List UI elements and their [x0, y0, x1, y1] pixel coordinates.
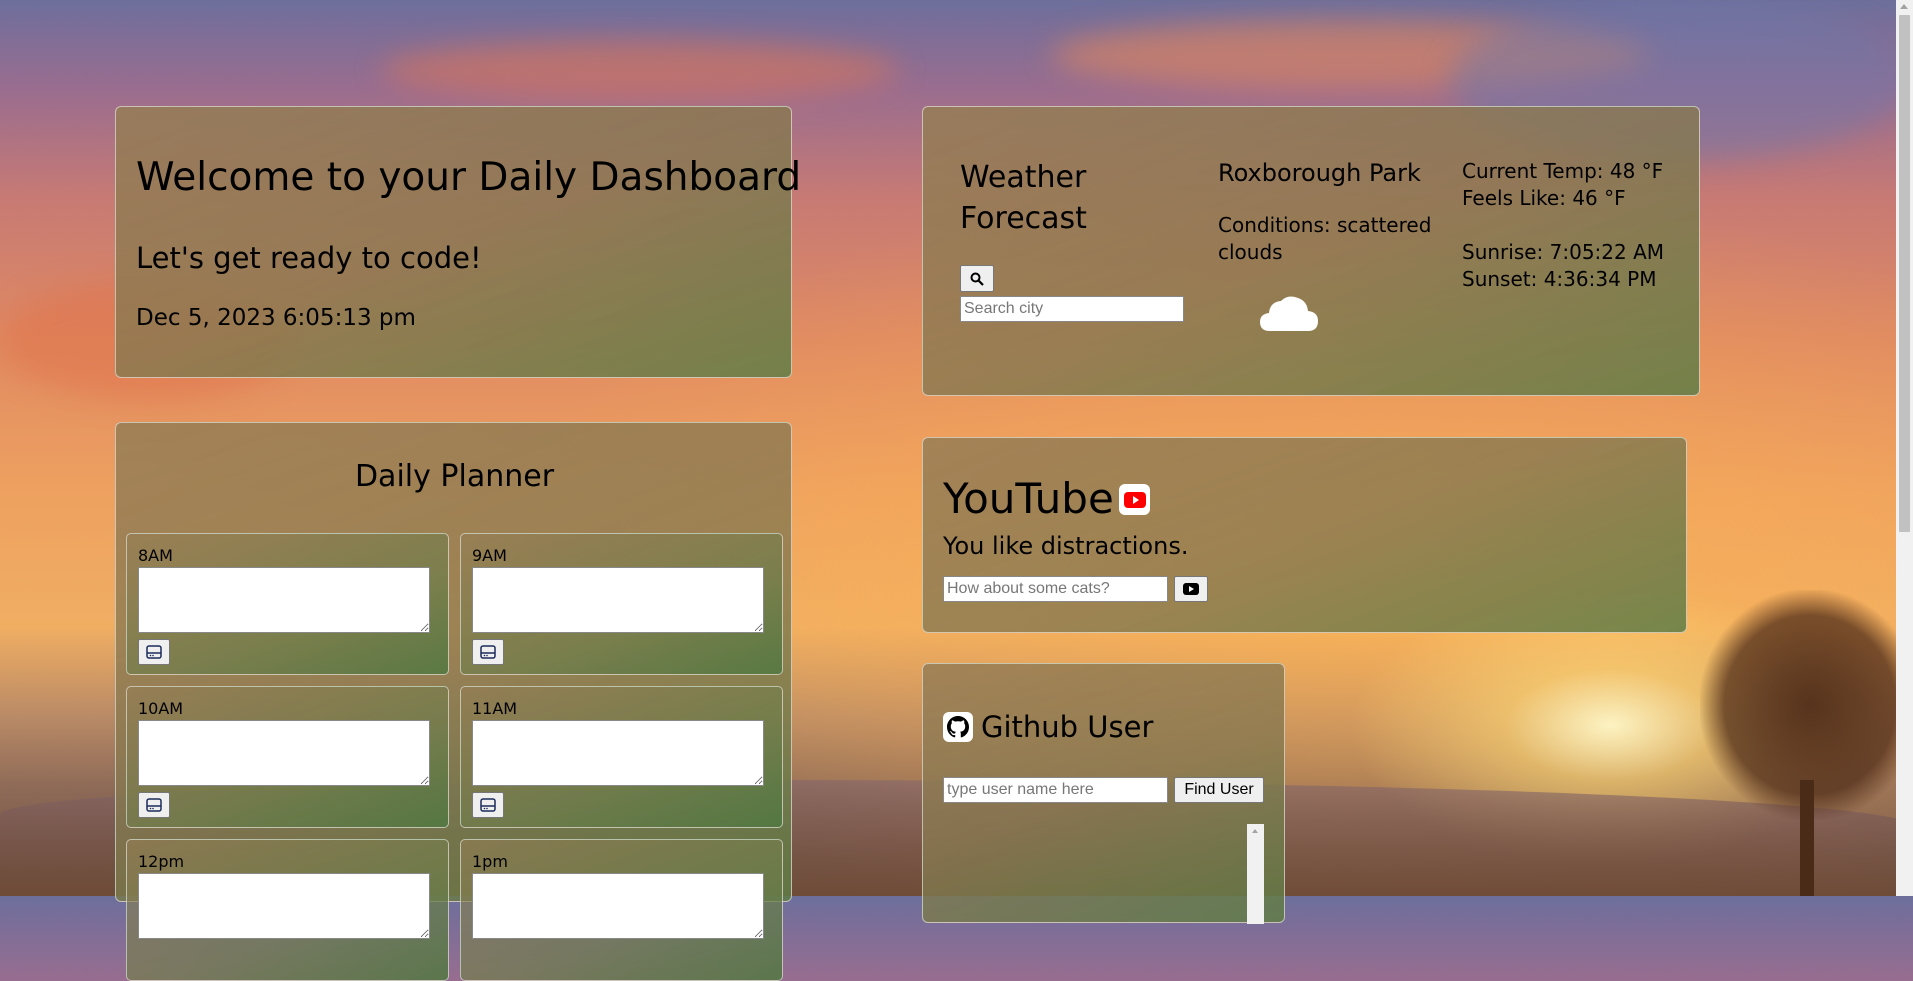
- youtube-title: YouTube: [943, 474, 1114, 523]
- youtube-search-button[interactable]: [1174, 576, 1208, 602]
- save-button[interactable]: [472, 792, 504, 818]
- save-icon: [146, 645, 162, 659]
- planner-slot: 1pm: [460, 839, 783, 981]
- slot-textarea[interactable]: [472, 567, 764, 633]
- save-button[interactable]: [138, 792, 170, 818]
- github-results-scrollbar[interactable]: [1247, 824, 1264, 924]
- slot-textarea[interactable]: [472, 720, 764, 786]
- github-icon: [943, 712, 973, 742]
- scroll-up-arrow-icon[interactable]: [1900, 4, 1908, 9]
- slot-time: 9AM: [472, 546, 507, 565]
- tree-silhouette: [1700, 590, 1913, 820]
- slot-textarea[interactable]: [138, 567, 430, 633]
- city-search-input[interactable]: [960, 296, 1184, 322]
- save-button[interactable]: [138, 639, 170, 665]
- welcome-title: Welcome to your Daily Dashboard: [136, 155, 802, 200]
- sunset-time: Sunset: 4:36:34 PM: [1462, 267, 1657, 291]
- slot-textarea[interactable]: [138, 873, 430, 939]
- slot-time: 12pm: [138, 852, 185, 871]
- weather-sun-times: Sunrise: 7:05:22 AM Sunset: 4:36:34 PM: [1462, 239, 1664, 293]
- planner-slot: 11AM: [460, 686, 783, 828]
- sky-cloud: [1050, 20, 1650, 90]
- slot-textarea[interactable]: [472, 873, 764, 939]
- welcome-subtitle: Let's get ready to code!: [136, 241, 482, 275]
- cloud-icon: [1260, 296, 1318, 331]
- youtube-tagline: You like distractions.: [943, 532, 1189, 560]
- weather-card: Weather Forecast Roxborough Park Conditi…: [922, 106, 1700, 396]
- weather-location: Roxborough Park: [1218, 159, 1421, 187]
- feels-like: Feels Like: 46 °F: [1462, 186, 1626, 210]
- sunrise-time: Sunrise: 7:05:22 AM: [1462, 240, 1665, 264]
- github-user-input[interactable]: [943, 777, 1168, 803]
- planner-title: Daily Planner: [354, 459, 555, 494]
- slot-textarea[interactable]: [138, 720, 430, 786]
- github-title: Github User: [981, 710, 1154, 744]
- slot-time: 10AM: [138, 699, 184, 718]
- conditions-line2: clouds: [1218, 240, 1283, 264]
- youtube-logo-icon: [1119, 484, 1150, 515]
- planner-slot: 12pm: [126, 839, 449, 981]
- search-icon: [970, 272, 984, 286]
- weather-conditions: Conditions: scattered clouds: [1218, 212, 1431, 266]
- youtube-play-icon: [1183, 583, 1199, 595]
- planner-slot: 10AM: [126, 686, 449, 828]
- tree-trunk: [1800, 780, 1814, 896]
- scroll-up-arrow-icon[interactable]: [1252, 829, 1258, 833]
- save-icon: [480, 798, 496, 812]
- save-icon: [480, 645, 496, 659]
- scrollbar-thumb[interactable]: [1899, 15, 1910, 532]
- planner-card: Daily Planner 8AM 9AM 10AM 11AM 12pm 1pm: [115, 422, 792, 981]
- save-icon: [146, 798, 162, 812]
- page-scrollbar[interactable]: [1896, 0, 1913, 896]
- current-datetime: Dec 5, 2023 6:05:13 pm: [136, 305, 416, 331]
- save-button[interactable]: [472, 639, 504, 665]
- weather-title-line2: Forecast: [960, 201, 1087, 236]
- youtube-search-input[interactable]: [943, 576, 1168, 602]
- weather-title: Weather Forecast: [960, 157, 1087, 239]
- weather-temps: Current Temp: 48 °F Feels Like: 46 °F: [1462, 158, 1663, 212]
- conditions-line1: Conditions: scattered: [1218, 213, 1432, 237]
- github-card: Github User Find User: [922, 663, 1285, 924]
- weather-search-button[interactable]: [960, 265, 994, 292]
- slot-time: 8AM: [138, 546, 173, 565]
- sky-cloud: [380, 40, 900, 100]
- weather-title-line1: Weather: [960, 160, 1087, 195]
- planner-slot: 8AM: [126, 533, 449, 675]
- find-user-button[interactable]: Find User: [1174, 777, 1264, 803]
- planner-slot: 9AM: [460, 533, 783, 675]
- youtube-card: YouTube You like distractions.: [922, 437, 1687, 633]
- welcome-card: Welcome to your Daily Dashboard Let's ge…: [115, 106, 801, 378]
- slot-time: 1pm: [472, 852, 508, 871]
- slot-time: 11AM: [472, 699, 518, 718]
- current-temp: Current Temp: 48 °F: [1462, 159, 1664, 183]
- youtube-logo-icon-glyph: [1123, 491, 1146, 508]
